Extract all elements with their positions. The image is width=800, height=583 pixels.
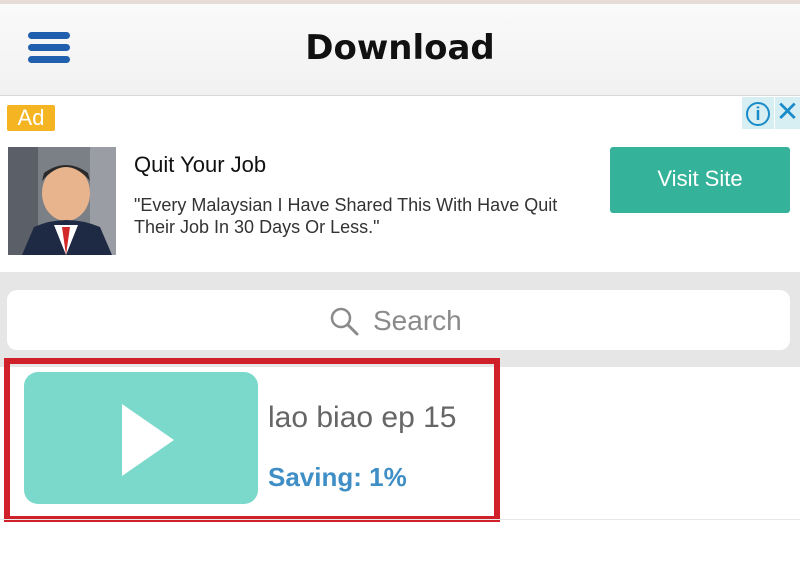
ad-headline[interactable]: Quit Your Job (134, 152, 266, 178)
downloads-list: lao biao ep 15 Saving: 1% (0, 358, 800, 583)
close-icon[interactable]: ✕ (775, 97, 800, 129)
ad-banner: Ad i ✕ Quit Your Job "Every Malaysian I … (0, 97, 800, 272)
divider (0, 519, 800, 520)
play-icon (122, 404, 174, 476)
video-thumbnail[interactable] (24, 372, 258, 504)
search-placeholder: Search (373, 305, 462, 336)
search-bar-container: Search (0, 272, 800, 367)
item-title: lao biao ep 15 (268, 401, 457, 434)
ad-badge: Ad (7, 105, 55, 131)
saving-status: Saving: 1% (268, 462, 407, 492)
visit-site-button[interactable]: Visit Site (610, 147, 790, 213)
info-icon[interactable]: i (742, 97, 774, 129)
search-icon (330, 307, 359, 336)
nav-bar: Download (0, 4, 800, 96)
ad-body-text: "Every Malaysian I Have Shared This With… (134, 195, 558, 237)
page-title: Download (305, 28, 495, 68)
search-input[interactable]: Search (7, 290, 790, 350)
ad-image[interactable] (8, 147, 116, 255)
list-item[interactable]: lao biao ep 15 Saving: 1% (4, 358, 500, 522)
